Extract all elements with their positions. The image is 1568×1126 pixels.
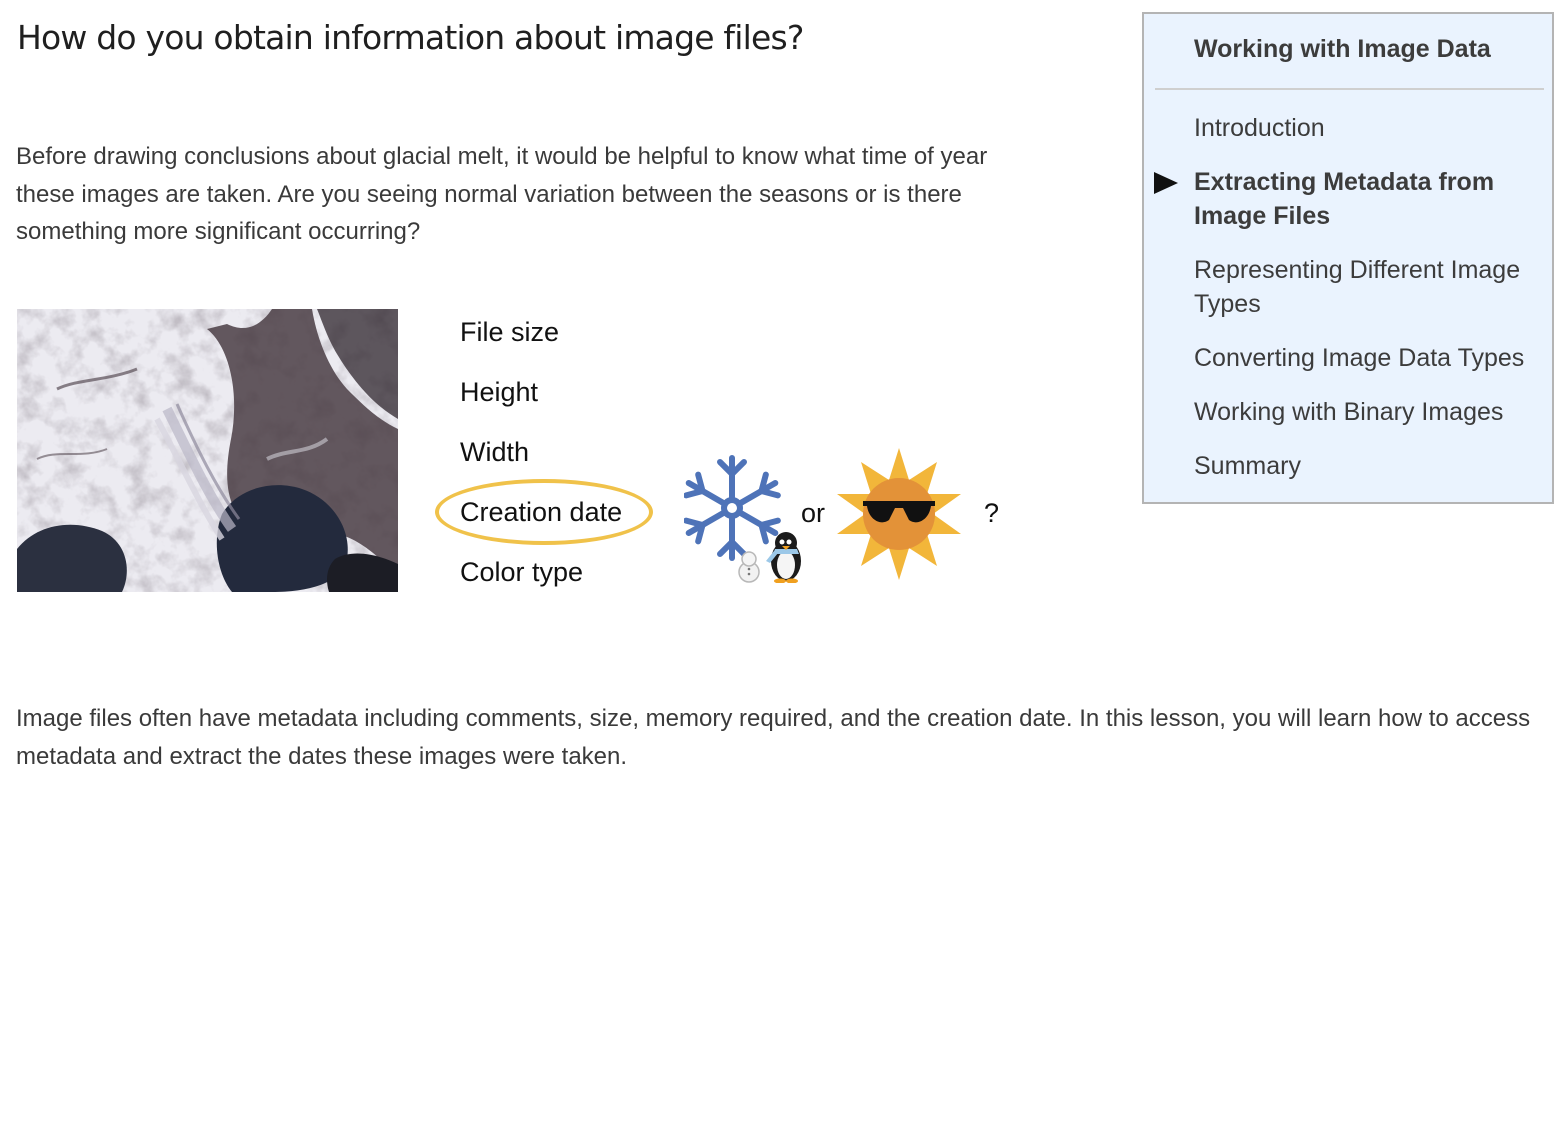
- penguin-icon: [766, 532, 801, 583]
- metadata-item-width: Width: [460, 437, 530, 467]
- toc-item-working-with-binary-images[interactable]: Working with Binary Images: [1194, 395, 1552, 429]
- summer-illustration: [833, 446, 965, 580]
- glacier-satellite-image: [17, 309, 398, 592]
- toc-item-extracting-metadata[interactable]: Extracting Metadata from Image Files: [1194, 165, 1552, 233]
- metadata-item-color-type: Color type: [460, 557, 584, 587]
- metadata-item-file-size: File size: [460, 317, 560, 347]
- current-item-arrow-icon: [1154, 172, 1178, 194]
- metadata-item-height: Height: [460, 377, 539, 407]
- toc-title: Working with Image Data: [1194, 35, 1491, 63]
- lesson-toc-panel: Working with Image Data Introduction Ext…: [1142, 12, 1554, 504]
- toc-item-converting-image-data-types[interactable]: Converting Image Data Types: [1194, 341, 1552, 375]
- toc-item-representing-image-types[interactable]: Representing Different Image Types: [1194, 253, 1552, 321]
- question-mark: ?: [984, 498, 1000, 528]
- or-label: or: [801, 498, 826, 528]
- creation-date-highlight-circle: [435, 479, 653, 545]
- outro-paragraph: Image files often have metadata includin…: [16, 705, 1531, 770]
- toc-divider: [1155, 88, 1544, 90]
- toc-item-summary[interactable]: Summary: [1194, 449, 1552, 483]
- sun-with-sunglasses-icon: [837, 448, 961, 580]
- toc-item-introduction[interactable]: Introduction: [1194, 111, 1552, 145]
- snowman-icon: [738, 551, 760, 583]
- winter-illustration: [684, 455, 808, 583]
